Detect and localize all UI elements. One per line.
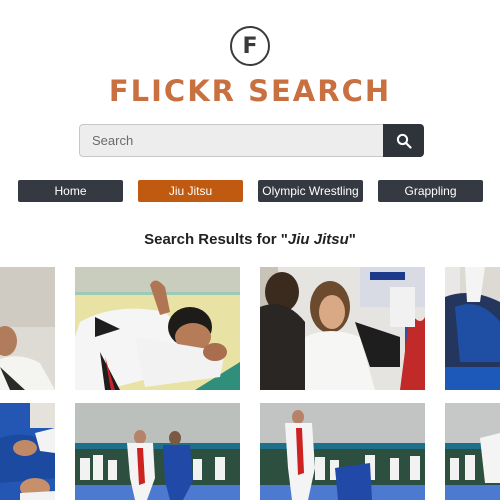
flickr-f-icon: F bbox=[230, 26, 270, 66]
search-input[interactable] bbox=[79, 124, 383, 157]
photo-result[interactable] bbox=[75, 267, 240, 390]
photo-result[interactable] bbox=[0, 267, 55, 390]
nav-olympic-wrestling[interactable]: Olympic Wrestling bbox=[258, 180, 363, 202]
logo-text: FLICKR SEARCH bbox=[108, 74, 392, 108]
photo-result[interactable] bbox=[0, 403, 55, 500]
logo: F FLICKR SEARCH bbox=[0, 26, 500, 108]
results-heading: Search Results for "Jiu Jitsu" bbox=[144, 231, 356, 248]
search-bar bbox=[79, 124, 424, 157]
photo-result[interactable] bbox=[260, 403, 425, 500]
nav-jiu-jitsu[interactable]: Jiu Jitsu bbox=[138, 180, 243, 202]
nav-home[interactable]: Home bbox=[18, 180, 123, 202]
nav-grappling[interactable]: Grappling bbox=[378, 180, 483, 202]
photo-result[interactable] bbox=[260, 267, 425, 390]
search-button[interactable] bbox=[383, 124, 424, 157]
photo-result[interactable] bbox=[75, 403, 240, 500]
photo-result[interactable] bbox=[445, 403, 500, 500]
photo-result[interactable] bbox=[445, 267, 500, 390]
results-query: Jiu Jitsu bbox=[287, 231, 349, 248]
search-icon bbox=[396, 133, 412, 149]
